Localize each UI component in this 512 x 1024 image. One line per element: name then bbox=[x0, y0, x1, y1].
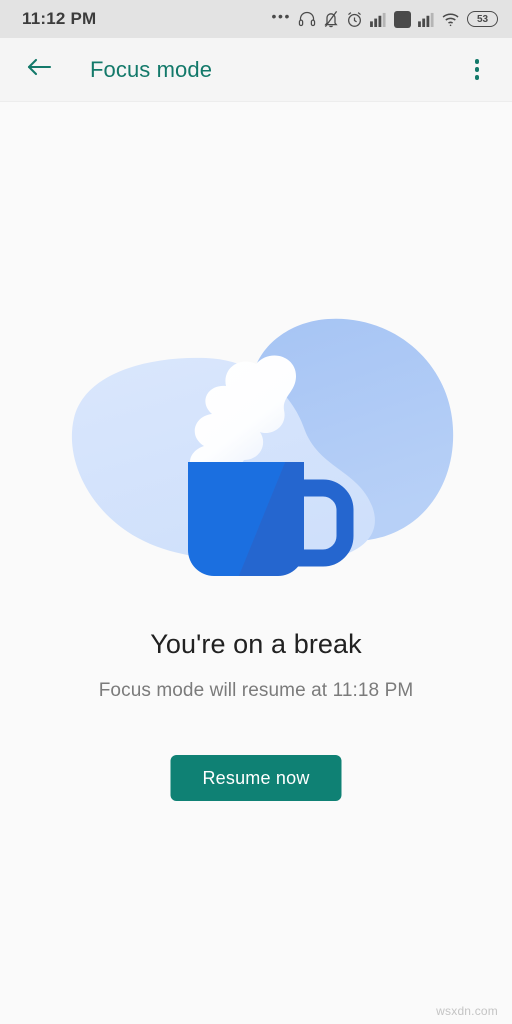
arrow-left-icon bbox=[26, 56, 52, 83]
wifi-icon bbox=[442, 12, 460, 27]
subtitle-text: Focus mode will resume at 11:18 PM bbox=[98, 680, 414, 701]
overflow-menu-button[interactable] bbox=[460, 53, 494, 87]
phone-screen: 11:12 PM ••• Vo LTE 53 Focus mode You're… bbox=[0, 0, 512, 1024]
resume-now-button[interactable]: Resume now bbox=[170, 755, 342, 801]
volte-label-top: Vo bbox=[398, 12, 407, 18]
overflow-menu-icon-dot-2 bbox=[474, 67, 480, 72]
battery-icon: 53 bbox=[467, 11, 498, 27]
status-bar-clock: 11:12 PM bbox=[22, 9, 97, 28]
signal-bars-sim2-icon bbox=[418, 12, 435, 27]
overflow-menu-icon-dot-3 bbox=[474, 75, 480, 80]
status-bar: 11:12 PM ••• Vo LTE 53 bbox=[0, 0, 512, 38]
app-bar: Focus mode bbox=[0, 38, 512, 102]
main-content: You're on a break Focus mode will resume… bbox=[0, 102, 512, 1024]
alarm-clock-icon bbox=[346, 11, 363, 28]
notifications-muted-icon bbox=[323, 10, 339, 28]
overflow-menu-icon-dot-1 bbox=[474, 59, 480, 64]
watermark-text: wsxdn.com bbox=[436, 1004, 498, 1018]
status-bar-icons: ••• Vo LTE 53 bbox=[271, 8, 498, 28]
page-title: Focus mode bbox=[90, 56, 213, 82]
coffee-break-illustration bbox=[46, 310, 466, 600]
battery-level-label: 53 bbox=[476, 13, 489, 25]
back-button[interactable] bbox=[22, 53, 56, 87]
signal-bars-sim1-icon bbox=[370, 12, 387, 27]
headline-text: You're on a break bbox=[150, 629, 362, 659]
volte-label-bottom: LTE bbox=[397, 19, 408, 25]
more-dots-icon: ••• bbox=[271, 8, 291, 24]
headphones-icon bbox=[298, 11, 316, 27]
volte-icon: Vo LTE bbox=[394, 10, 411, 28]
